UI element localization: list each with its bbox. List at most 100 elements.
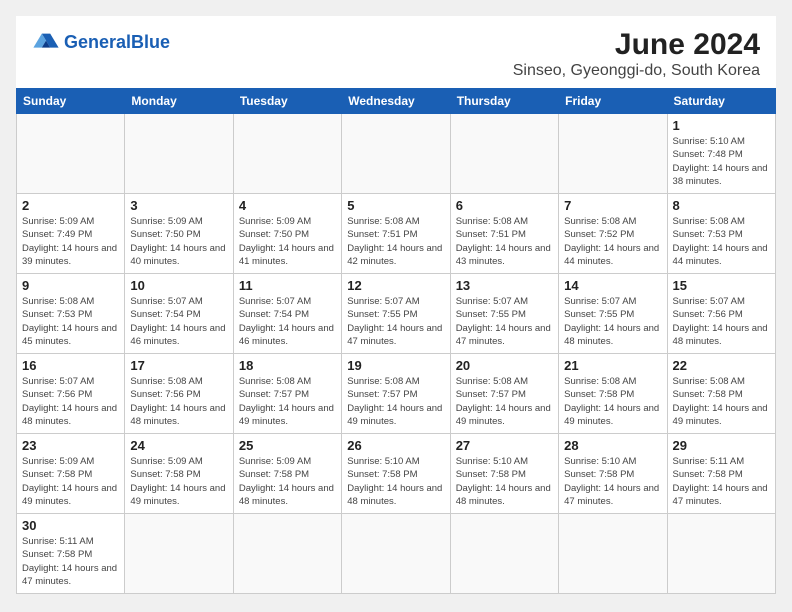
day-number: 27 <box>456 438 553 453</box>
logo-blue: Blue <box>131 32 170 52</box>
day-number: 2 <box>22 198 119 213</box>
calendar-header-row: Sunday Monday Tuesday Wednesday Thursday… <box>17 89 776 114</box>
table-row <box>342 114 450 194</box>
day-number: 1 <box>673 118 770 133</box>
table-row: 24 Sunrise: 5:09 AM Sunset: 7:58 PM Dayli… <box>125 434 233 514</box>
calendar-body: 1Sunrise: 5:10 AM Sunset: 7:48 PM Daylig… <box>17 114 776 594</box>
calendar-title: June 2024 <box>513 28 760 62</box>
day-info: Sunrise: 5:07 AM Sunset: 7:55 PM Dayligh… <box>564 295 661 348</box>
day-number: 21 <box>564 358 661 373</box>
table-row: 2 Sunrise: 5:09 AM Sunset: 7:49 PM Daylig… <box>17 194 125 274</box>
day-number: 3 <box>130 198 227 213</box>
day-number: 24 <box>130 438 227 453</box>
table-row: 10Sunrise: 5:07 AM Sunset: 7:54 PM Dayli… <box>125 274 233 354</box>
calendar-table: Sunday Monday Tuesday Wednesday Thursday… <box>16 88 776 594</box>
table-row: 4Sunrise: 5:09 AM Sunset: 7:50 PM Daylig… <box>233 194 341 274</box>
day-info: Sunrise: 5:09 AM Sunset: 7:58 PM Dayligh… <box>130 455 227 508</box>
table-row: 14 Sunrise: 5:07 AM Sunset: 7:55 PM Dayli… <box>559 274 667 354</box>
table-row <box>342 514 450 594</box>
day-info: Sunrise: 5:07 AM Sunset: 7:55 PM Dayligh… <box>347 295 444 348</box>
table-row: 1Sunrise: 5:10 AM Sunset: 7:48 PM Daylig… <box>667 114 775 194</box>
table-row <box>450 114 558 194</box>
logo-text: GeneralBlue <box>64 33 170 51</box>
day-number: 15 <box>673 278 770 293</box>
day-info: Sunrise: 5:08 AM Sunset: 7:51 PM Dayligh… <box>456 215 553 268</box>
day-info: Sunrise: 5:07 AM Sunset: 7:56 PM Dayligh… <box>673 295 770 348</box>
table-row: 17Sunrise: 5:08 AM Sunset: 7:56 PM Dayli… <box>125 354 233 434</box>
day-info: Sunrise: 5:09 AM Sunset: 7:58 PM Dayligh… <box>22 455 119 508</box>
table-row <box>667 514 775 594</box>
table-row: 19 Sunrise: 5:08 AM Sunset: 7:57 PM Dayli… <box>342 354 450 434</box>
table-row: 15 Sunrise: 5:07 AM Sunset: 7:56 PM Dayli… <box>667 274 775 354</box>
day-number: 18 <box>239 358 336 373</box>
day-number: 28 <box>564 438 661 453</box>
day-info: Sunrise: 5:07 AM Sunset: 7:56 PM Dayligh… <box>22 375 119 428</box>
day-number: 14 <box>564 278 661 293</box>
day-info: Sunrise: 5:08 AM Sunset: 7:56 PM Dayligh… <box>130 375 227 428</box>
table-row: 11Sunrise: 5:07 AM Sunset: 7:54 PM Dayli… <box>233 274 341 354</box>
day-info: Sunrise: 5:10 AM Sunset: 7:58 PM Dayligh… <box>347 455 444 508</box>
day-info: Sunrise: 5:10 AM Sunset: 7:58 PM Dayligh… <box>564 455 661 508</box>
table-row <box>559 114 667 194</box>
col-friday: Friday <box>559 89 667 114</box>
table-row: 18Sunrise: 5:08 AM Sunset: 7:57 PM Dayli… <box>233 354 341 434</box>
table-row: 21Sunrise: 5:08 AM Sunset: 7:58 PM Dayli… <box>559 354 667 434</box>
table-row: 7 Sunrise: 5:08 AM Sunset: 7:52 PM Daylig… <box>559 194 667 274</box>
day-info: Sunrise: 5:09 AM Sunset: 7:49 PM Dayligh… <box>22 215 119 268</box>
table-row: 25Sunrise: 5:09 AM Sunset: 7:58 PM Dayli… <box>233 434 341 514</box>
calendar-subtitle: Sinseo, Gyeonggi-do, South Korea <box>513 62 760 80</box>
day-number: 16 <box>22 358 119 373</box>
day-number: 5 <box>347 198 444 213</box>
day-number: 30 <box>22 518 119 533</box>
logo-icon <box>32 28 60 56</box>
day-number: 23 <box>22 438 119 453</box>
day-info: Sunrise: 5:08 AM Sunset: 7:52 PM Dayligh… <box>564 215 661 268</box>
day-info: Sunrise: 5:11 AM Sunset: 7:58 PM Dayligh… <box>22 535 119 588</box>
day-info: Sunrise: 5:08 AM Sunset: 7:57 PM Dayligh… <box>347 375 444 428</box>
table-row <box>233 114 341 194</box>
day-number: 12 <box>347 278 444 293</box>
table-row: 22 Sunrise: 5:08 AM Sunset: 7:58 PM Dayli… <box>667 354 775 434</box>
day-number: 13 <box>456 278 553 293</box>
table-row: 13 Sunrise: 5:07 AM Sunset: 7:55 PM Dayli… <box>450 274 558 354</box>
table-row: 9 Sunrise: 5:08 AM Sunset: 7:53 PM Daylig… <box>17 274 125 354</box>
day-number: 22 <box>673 358 770 373</box>
day-info: Sunrise: 5:10 AM Sunset: 7:58 PM Dayligh… <box>456 455 553 508</box>
day-info: Sunrise: 5:08 AM Sunset: 7:53 PM Dayligh… <box>22 295 119 348</box>
day-number: 20 <box>456 358 553 373</box>
day-info: Sunrise: 5:08 AM Sunset: 7:58 PM Dayligh… <box>673 375 770 428</box>
table-row: 23 Sunrise: 5:09 AM Sunset: 7:58 PM Dayli… <box>17 434 125 514</box>
col-tuesday: Tuesday <box>233 89 341 114</box>
col-monday: Monday <box>125 89 233 114</box>
table-row: 20Sunrise: 5:08 AM Sunset: 7:57 PM Dayli… <box>450 354 558 434</box>
col-sunday: Sunday <box>17 89 125 114</box>
table-row: 28 Sunrise: 5:10 AM Sunset: 7:58 PM Dayli… <box>559 434 667 514</box>
col-saturday: Saturday <box>667 89 775 114</box>
table-row: 8Sunrise: 5:08 AM Sunset: 7:53 PM Daylig… <box>667 194 775 274</box>
day-info: Sunrise: 5:11 AM Sunset: 7:58 PM Dayligh… <box>673 455 770 508</box>
table-row <box>233 514 341 594</box>
day-number: 9 <box>22 278 119 293</box>
table-row: 3 Sunrise: 5:09 AM Sunset: 7:50 PM Daylig… <box>125 194 233 274</box>
calendar-page: GeneralBlue June 2024 Sinseo, Gyeonggi-d… <box>16 16 776 594</box>
day-info: Sunrise: 5:07 AM Sunset: 7:54 PM Dayligh… <box>130 295 227 348</box>
col-thursday: Thursday <box>450 89 558 114</box>
table-row: 6 Sunrise: 5:08 AM Sunset: 7:51 PM Daylig… <box>450 194 558 274</box>
day-info: Sunrise: 5:08 AM Sunset: 7:53 PM Dayligh… <box>673 215 770 268</box>
table-row: 29Sunrise: 5:11 AM Sunset: 7:58 PM Dayli… <box>667 434 775 514</box>
day-number: 26 <box>347 438 444 453</box>
table-row <box>450 514 558 594</box>
table-row: 26 Sunrise: 5:10 AM Sunset: 7:58 PM Dayli… <box>342 434 450 514</box>
day-number: 19 <box>347 358 444 373</box>
logo: GeneralBlue <box>32 28 170 56</box>
table-row: 16 Sunrise: 5:07 AM Sunset: 7:56 PM Dayli… <box>17 354 125 434</box>
day-info: Sunrise: 5:09 AM Sunset: 7:50 PM Dayligh… <box>239 215 336 268</box>
day-info: Sunrise: 5:07 AM Sunset: 7:54 PM Dayligh… <box>239 295 336 348</box>
day-number: 7 <box>564 198 661 213</box>
table-row <box>125 114 233 194</box>
day-info: Sunrise: 5:09 AM Sunset: 7:50 PM Dayligh… <box>130 215 227 268</box>
day-number: 25 <box>239 438 336 453</box>
day-number: 6 <box>456 198 553 213</box>
day-info: Sunrise: 5:07 AM Sunset: 7:55 PM Dayligh… <box>456 295 553 348</box>
table-row: 12 Sunrise: 5:07 AM Sunset: 7:55 PM Dayli… <box>342 274 450 354</box>
